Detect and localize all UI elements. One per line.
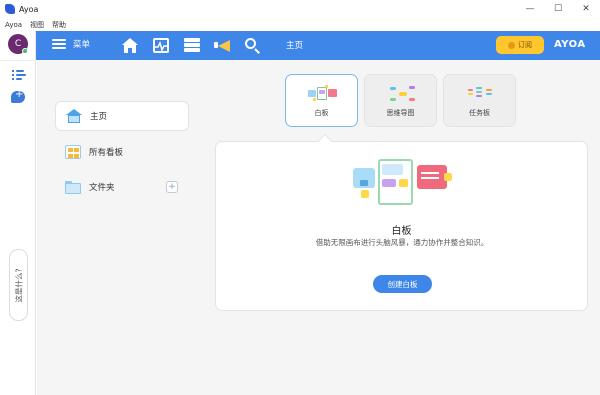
home-icon[interactable] (122, 38, 138, 53)
boards-icon[interactable] (184, 38, 200, 53)
menu-button[interactable]: 菜单 (52, 38, 90, 50)
mind-map-thumbnail-icon (387, 84, 417, 104)
breadcrumb: 主页 (286, 41, 304, 51)
tab-label: 白板 (314, 109, 329, 117)
activity-icon[interactable] (153, 38, 169, 53)
close-button[interactable]: ✕ (572, 0, 600, 18)
top-toolbar: 菜单 主页 订阅 AYOA (36, 31, 600, 60)
menu-view[interactable]: 视图 (30, 20, 44, 30)
tab-mind-map[interactable]: 思维导图 (364, 74, 437, 127)
sidebar-item-home[interactable]: 主页 (55, 101, 189, 131)
add-folder-button[interactable]: + (166, 181, 178, 193)
sidebar-item-label: 所有看板 (89, 148, 124, 158)
app-logo-icon (5, 4, 15, 14)
window-controls: — ☐ ✕ (516, 0, 600, 18)
left-rail: C 这是什么? (0, 31, 36, 395)
online-status-dot (22, 48, 28, 54)
minimize-button[interactable]: — (516, 0, 544, 18)
boards-icon (65, 145, 81, 159)
whiteboard-thumbnail-icon (308, 84, 338, 104)
whiteboard-card: 白板 借助无限画布进行头脑风暴，通力协作并整合知识。 创建白板 (215, 141, 588, 311)
folder-icon (65, 180, 81, 194)
tab-task-board[interactable]: 任务板 (443, 74, 516, 127)
menu-bar: Ayoa 视图 帮助 (0, 18, 600, 31)
create-whiteboard-button[interactable]: 创建白板 (373, 275, 432, 293)
maximize-button[interactable]: ☐ (544, 0, 572, 18)
subscribe-button[interactable]: 订阅 (496, 36, 544, 54)
search-icon[interactable] (245, 38, 261, 54)
title-bar: Ayoa — ☐ ✕ (0, 0, 600, 18)
new-chat-icon[interactable] (11, 89, 25, 103)
ayoa-logo: AYOA (554, 39, 586, 50)
sidebar-item-label: 文件夹 (89, 183, 115, 193)
menu-help[interactable]: 帮助 (52, 20, 66, 30)
whiteboard-illustration (351, 154, 455, 210)
announcements-icon[interactable] (214, 38, 230, 53)
card-title: 白板 (391, 226, 412, 237)
tab-label: 思维导图 (386, 109, 415, 117)
whats-this-tab[interactable]: 这是什么? (9, 249, 28, 321)
subscribe-label: 订阅 (518, 41, 532, 49)
task-list-icon[interactable] (12, 70, 26, 80)
coin-icon (508, 41, 515, 49)
main-area: 主页 所有看板 文件夹 + 白板 思维导图 任务板 白板 借助无限画布进行头脑风… (37, 60, 600, 395)
whats-this-label: 这是什么? (14, 268, 24, 302)
card-description: 借助无限画布进行头脑风暴，通力协作并整合知识。 (315, 238, 489, 247)
sidebar-item-label: 主页 (90, 112, 108, 122)
tab-whiteboard[interactable]: 白板 (285, 74, 358, 127)
menu-label: 菜单 (73, 40, 91, 50)
home-icon (66, 109, 82, 123)
task-board-thumbnail-icon (466, 84, 496, 104)
menu-ayoa[interactable]: Ayoa (5, 21, 22, 29)
window-title: Ayoa (19, 4, 39, 14)
rail-divider (0, 60, 36, 61)
hamburger-icon (52, 39, 66, 49)
sidebar-item-all-boards[interactable]: 所有看板 (55, 137, 189, 167)
tab-label: 任务板 (469, 109, 490, 117)
